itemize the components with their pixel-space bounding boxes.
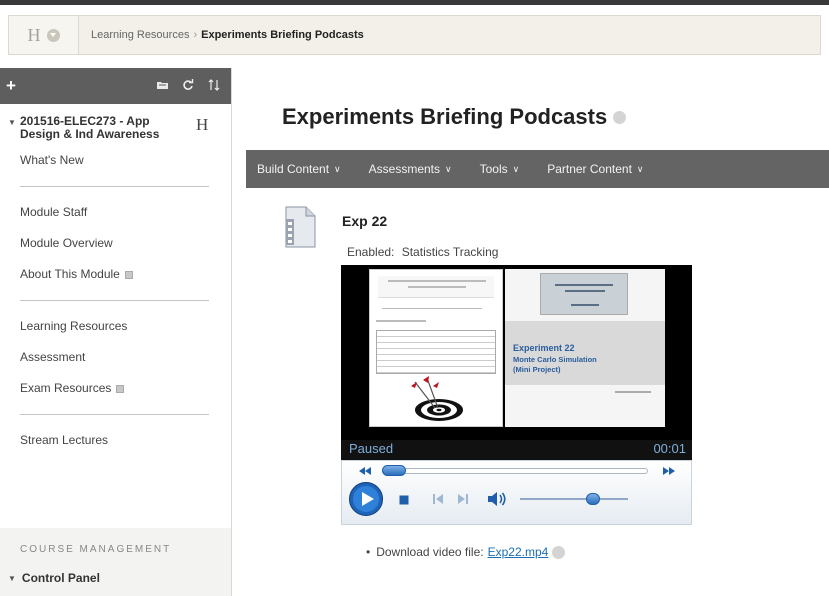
player-controls <box>341 460 692 525</box>
sidebar-item-whats-new[interactable]: What's New <box>0 145 231 176</box>
item-title[interactable]: Exp 22 <box>342 213 387 229</box>
seek-handle[interactable] <box>382 465 406 476</box>
play-button[interactable] <box>348 481 384 520</box>
folder-icon[interactable] <box>151 79 173 93</box>
volume-handle[interactable] <box>586 493 600 505</box>
breadcrumb-bar: H Learning Resources › Experiments Brief… <box>8 15 821 55</box>
slide-title-card <box>540 273 628 315</box>
slide-header <box>378 276 494 298</box>
video-player[interactable]: Experiment 22 Monte Carlo Simulation (Mi… <box>341 265 692 525</box>
seek-bar[interactable] <box>382 468 648 474</box>
player-status: Paused <box>349 441 394 456</box>
video-frame-left-slide <box>369 269 503 427</box>
breadcrumb-separator: › <box>193 29 198 41</box>
download-label: Download video file: <box>376 545 484 559</box>
partner-content-menu[interactable]: Partner Content ∨ <box>547 162 643 176</box>
course-title[interactable]: 201516-ELEC273 - App Design & Ind Awaren… <box>20 115 190 141</box>
sidebar-content: ▼ 201516-ELEC273 - App Design & Ind Awar… <box>0 104 231 596</box>
previous-button[interactable] <box>432 493 444 508</box>
slide-title-band: Experiment 22 Monte Carlo Simulation (Mi… <box>505 321 665 385</box>
link-options-icon[interactable] <box>552 545 566 559</box>
tools-menu[interactable]: Tools ∨ <box>480 162 520 176</box>
sidebar-item-assessment[interactable]: Assessment <box>0 342 231 373</box>
video-frame-right-slide: Experiment 22 Monte Carlo Simulation (Mi… <box>505 269 665 427</box>
menu-chevron-icon[interactable] <box>46 28 60 42</box>
sidebar-divider <box>20 414 209 415</box>
breadcrumb: Learning Resources › Experiments Briefin… <box>91 29 364 41</box>
sort-icon[interactable] <box>203 78 225 94</box>
build-content-menu[interactable]: Build Content ∨ <box>257 162 341 176</box>
action-bar: Build Content ∨ Assessments ∨ Tools ∨ Partn… <box>246 150 829 188</box>
chevron-down-icon: ∨ <box>334 163 341 174</box>
sidebar-item-module-overview[interactable]: Module Overview <box>0 228 231 259</box>
next-button[interactable] <box>457 493 469 508</box>
slide-title: Experiment 22 <box>513 343 575 353</box>
player-status-bar <box>341 440 692 460</box>
chevron-down-icon: ∨ <box>512 163 520 174</box>
course-management-panel: COURSE MANAGEMENT ▼ Control Panel <box>0 528 231 596</box>
course-home-icon[interactable]: H <box>196 115 208 141</box>
collapse-triangle-icon[interactable]: ▼ <box>8 115 20 141</box>
empty-area-icon <box>116 384 125 393</box>
breadcrumb-parent[interactable]: Learning Resources <box>91 29 189 41</box>
sidebar-toolbar: + <box>0 68 231 104</box>
slide-subtitle-2: (Mini Project) <box>513 365 561 374</box>
enabled-label: Enabled: <box>347 245 395 259</box>
bullet: • <box>366 545 371 559</box>
add-menu-item-button[interactable]: + <box>6 76 16 96</box>
dartboard-icon <box>411 376 463 421</box>
sidebar-item-stream-lectures[interactable]: Stream Lectures <box>0 425 231 456</box>
enabled-value: Statistics Tracking <box>401 245 499 259</box>
course-menu-sidebar: + ▼ 201516-ELEC273 - App Design & Ind Aw… <box>0 68 232 596</box>
refresh-icon[interactable] <box>177 78 199 94</box>
slide-table <box>376 330 496 374</box>
home-icon[interactable]: H <box>28 25 41 46</box>
file-item-icon <box>282 205 318 249</box>
volume-icon[interactable] <box>487 491 507 510</box>
download-link[interactable]: Exp22.mp4 <box>488 545 549 559</box>
course-header[interactable]: ▼ 201516-ELEC273 - App Design & Ind Awar… <box>0 104 231 141</box>
sidebar-item-exam-resources[interactable]: Exam Resources <box>0 373 231 404</box>
sidebar-divider <box>20 186 209 187</box>
nav-group-3: Learning Resources Assessment Exam Resou… <box>0 311 231 404</box>
breadcrumb-current: Experiments Briefing Podcasts <box>201 29 364 41</box>
collapse-triangle-icon[interactable]: ▼ <box>8 574 16 583</box>
rewind-icon[interactable] <box>358 465 372 479</box>
chevron-down-icon: ∨ <box>445 163 452 174</box>
sidebar-item-module-staff[interactable]: Module Staff <box>0 197 231 228</box>
chevron-down-icon: ∨ <box>636 163 644 174</box>
page-title-text: Experiments Briefing Podcasts <box>282 104 608 129</box>
sidebar-divider <box>20 300 209 301</box>
nav-group-4: Stream Lectures <box>0 425 231 456</box>
volume-slider[interactable] <box>520 498 628 500</box>
slide-footer <box>615 391 651 393</box>
nav-group-1: What's New <box>0 145 231 176</box>
page-title: Experiments Briefing Podcasts <box>282 104 627 130</box>
content-area: Experiments Briefing Podcasts Build Cont… <box>246 68 829 596</box>
stop-button[interactable] <box>399 494 409 508</box>
control-panel-label[interactable]: Control Panel <box>22 571 100 585</box>
nav-group-2: Module Staff Module Overview About This … <box>0 197 231 290</box>
top-bar: H Learning Resources › Experiments Brief… <box>0 0 829 62</box>
empty-area-icon <box>124 270 133 279</box>
control-panel-toggle[interactable]: ▼ Control Panel <box>0 571 231 585</box>
fast-forward-icon[interactable] <box>662 465 676 479</box>
player-time: 00:01 <box>653 441 686 456</box>
course-management-heading: COURSE MANAGEMENT <box>20 544 172 555</box>
assessments-menu[interactable]: Assessments ∨ <box>369 162 452 176</box>
sidebar-item-learning-resources[interactable]: Learning Resources <box>0 311 231 342</box>
course-home-menu[interactable]: H <box>9 16 79 54</box>
tracking-status: Enabled: Statistics Tracking <box>347 245 498 259</box>
download-row: • Download video file: Exp22.mp4 <box>366 545 566 559</box>
sidebar-item-about-this-module[interactable]: About This Module <box>0 259 231 290</box>
slide-subtitle: Monte Carlo Simulation <box>513 355 597 364</box>
title-options-icon[interactable] <box>613 110 627 124</box>
